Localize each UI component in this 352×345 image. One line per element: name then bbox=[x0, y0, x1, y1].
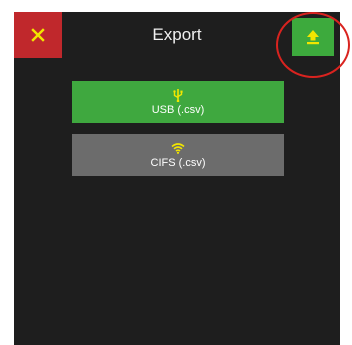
export-button[interactable] bbox=[292, 18, 334, 56]
usb-icon bbox=[173, 88, 183, 102]
close-button[interactable] bbox=[14, 12, 62, 58]
wifi-icon bbox=[171, 143, 185, 154]
upload-icon bbox=[307, 30, 319, 45]
cifs-export-button[interactable]: CIFS (.csv) bbox=[72, 134, 284, 176]
header-bar: Export bbox=[14, 12, 340, 58]
usb-export-button[interactable]: USB (.csv) bbox=[72, 81, 284, 123]
close-icon bbox=[31, 28, 45, 42]
page-title: Export bbox=[152, 25, 202, 44]
cifs-export-label: CIFS (.csv) bbox=[150, 156, 206, 169]
usb-export-label: USB (.csv) bbox=[151, 103, 205, 116]
export-screen: Export USB (.csv) CIFS (.csv) bbox=[14, 12, 350, 345]
